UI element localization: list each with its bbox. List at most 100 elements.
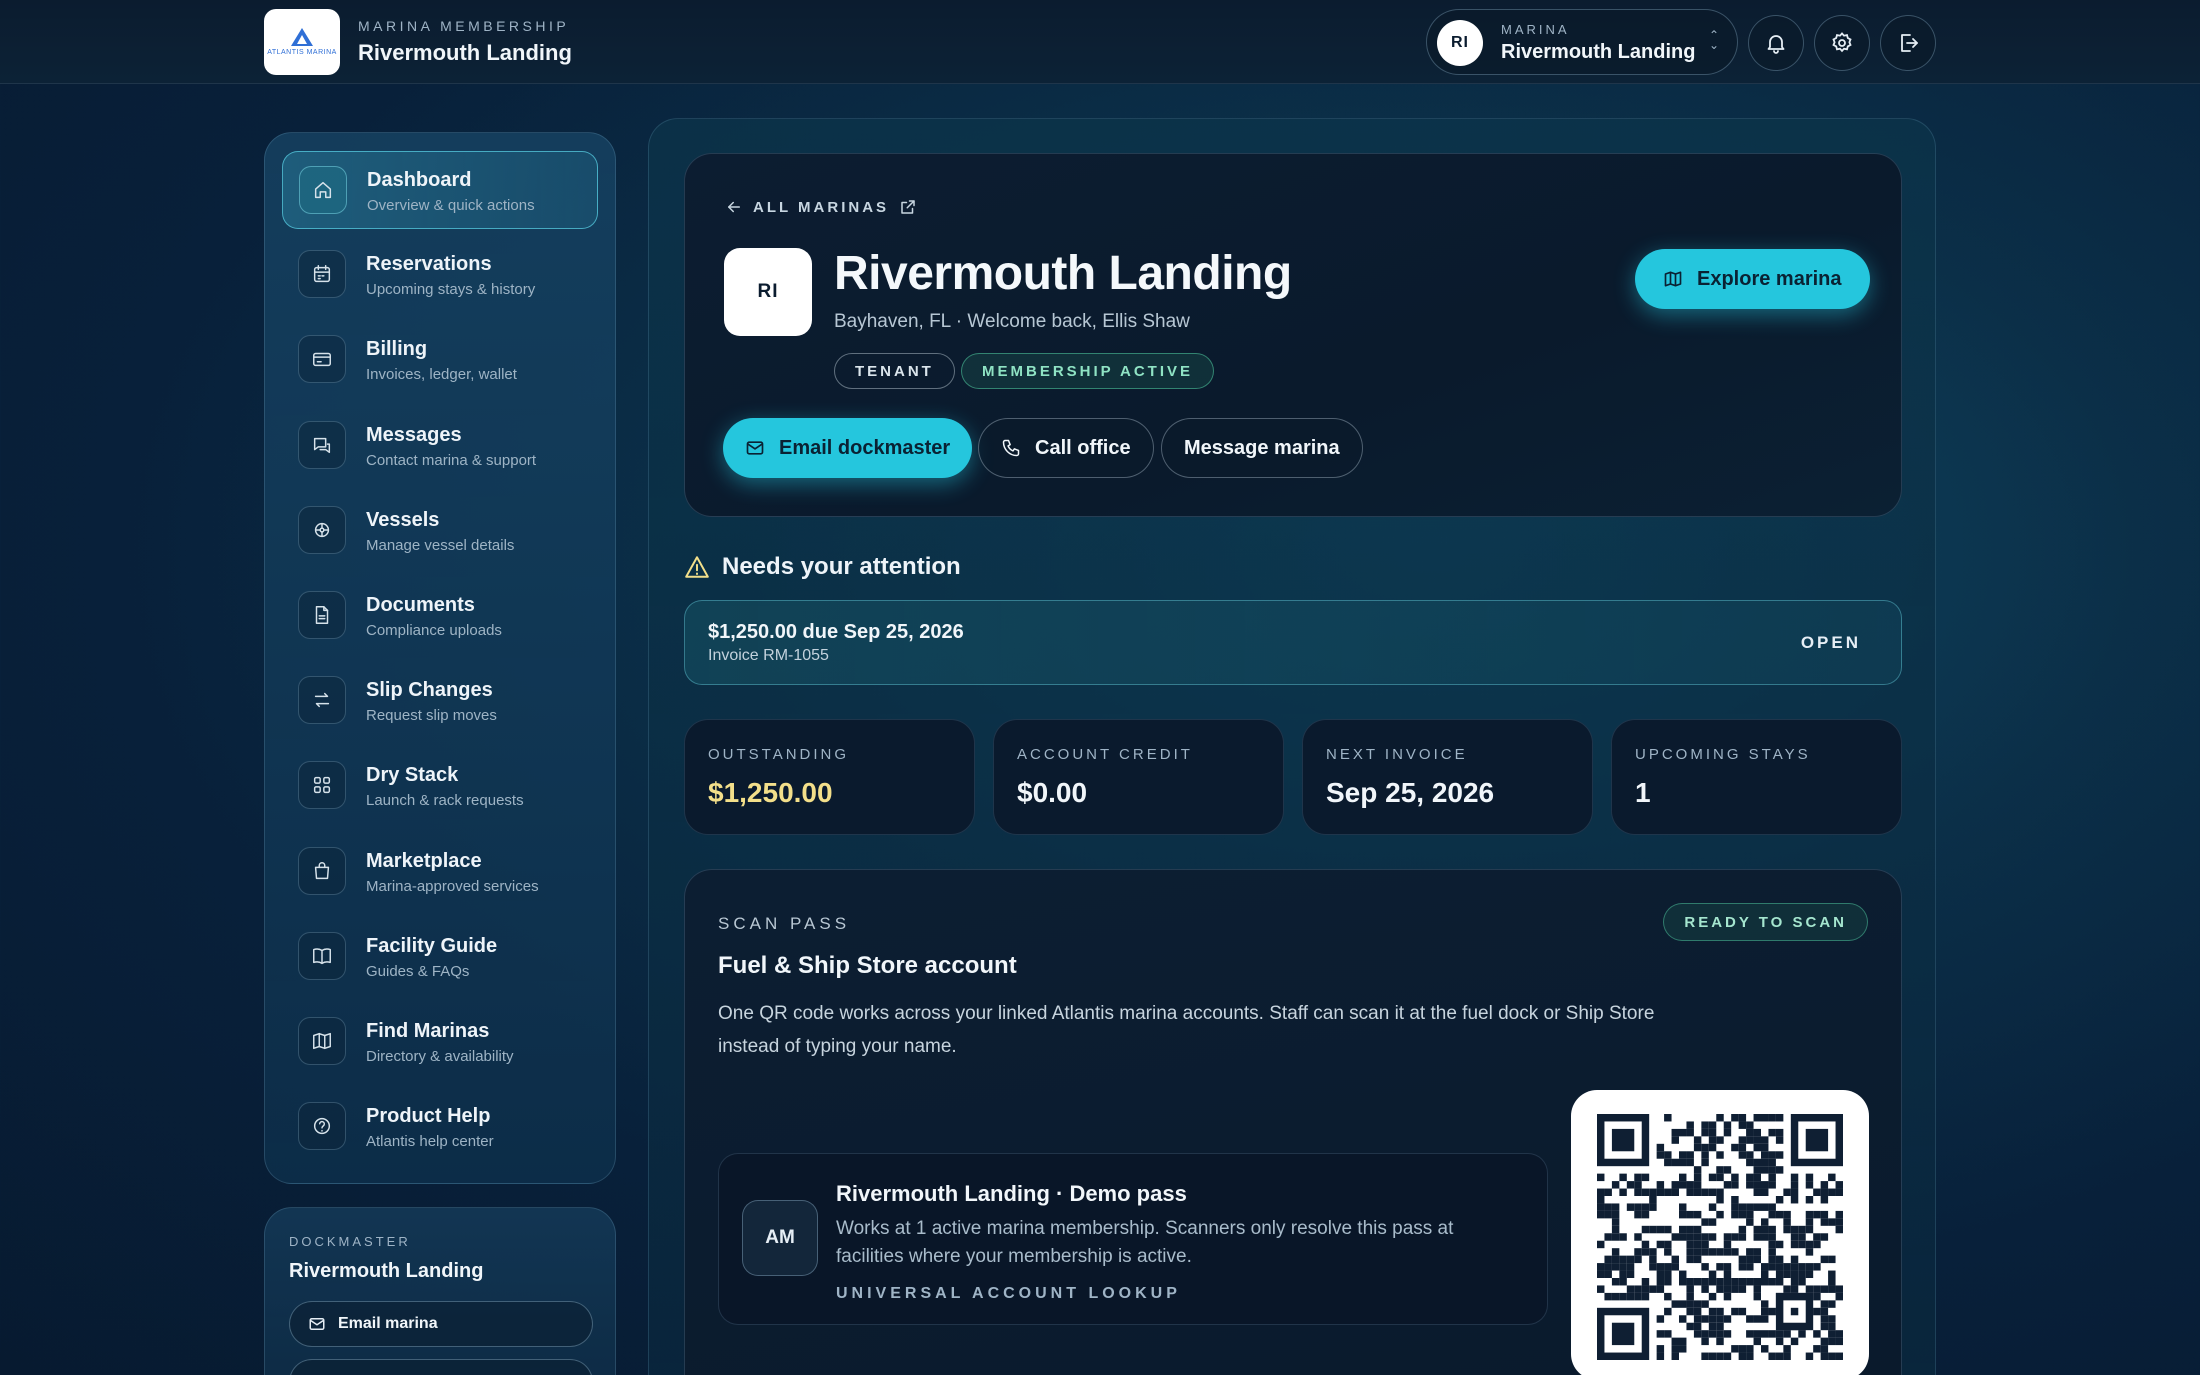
logout-icon: [1901, 34, 1918, 52]
map-icon: [1664, 271, 1682, 287]
bell-icon: [1767, 35, 1785, 54]
email-dockmaster-button[interactable]: Email dockmaster: [723, 418, 973, 478]
map-icon: [298, 1017, 346, 1065]
book-icon: [298, 931, 346, 980]
bag-icon: [298, 846, 346, 895]
stat-value: Sep 25, 2026: [1326, 777, 1495, 808]
pass-description: Works at 1 active marina membership. Sca…: [836, 1218, 1454, 1267]
sidebar-item-product-help[interactable]: Product Help Atlantis help center: [282, 1088, 598, 1166]
warning-icon: [685, 556, 709, 578]
sidebar-item-find-marinas[interactable]: Find Marinas Directory & availability: [282, 1003, 598, 1081]
scan-pass-kicker: SCAN PASS: [718, 914, 851, 933]
chevron-updown-icon: ⌃ ⌄: [1708, 28, 1719, 52]
dockmaster-name: Rivermouth Landing: [289, 1260, 484, 1282]
help-icon: [298, 1102, 346, 1151]
sidebar-item-label: Facility Guide: [366, 934, 498, 957]
breadcrumb-label: ALL MARINAS: [753, 198, 890, 216]
pass-avatar: AM: [742, 1200, 818, 1276]
sidebar-item-label: Billing: [366, 338, 428, 361]
marina-switcher-name: Rivermouth Landing: [1501, 41, 1696, 63]
stat-outstanding: OUTSTANDING $1,250.00: [684, 719, 975, 835]
sidebar-item-label: Slip Changes: [366, 679, 493, 702]
stat-upcoming-stays: UPCOMING STAYS 1: [1611, 719, 1902, 835]
email-marina-label: Email marina: [338, 1315, 438, 1332]
scan-pass-description: One QR code works across your linked Atl…: [718, 1003, 1655, 1057]
marina-hero-card: ALL MARINAS RI Rivermouth Landing Bayhav…: [684, 153, 1902, 517]
sidebar-item-sub: Manage vessel details: [366, 536, 515, 554]
membership-status-badge: MEMBERSHIP ACTIVE: [961, 353, 1215, 389]
dockmaster-kicker: DOCKMASTER: [289, 1234, 411, 1249]
pass-title: Rivermouth Landing · Demo pass: [836, 1181, 1187, 1206]
sidebar-item-sub: Marina-approved services: [366, 877, 539, 895]
sidebar-item-dashboard[interactable]: Dashboard Overview & quick actions: [282, 151, 598, 229]
atlantis-logo[interactable]: ATLANTIS MARINA: [264, 9, 340, 75]
scan-pass-title: Fuel & Ship Store account: [718, 952, 1017, 979]
sidebar-item-label: Dashboard: [367, 169, 472, 191]
sidebar-item-label: Messages: [366, 423, 462, 446]
dockmaster-card: DOCKMASTER Rivermouth Landing Email mari…: [264, 1207, 616, 1375]
sidebar-item-sub: Compliance uploads: [366, 622, 502, 639]
stat-account-credit: ACCOUNT CREDIT $0.00: [993, 719, 1284, 835]
sidebar-item-dry-stack[interactable]: Dry Stack Launch & rack requests: [282, 747, 598, 825]
logo-text: ATLANTIS MARINA: [267, 48, 337, 56]
sidebar-item-sub: Overview & quick actions: [367, 197, 535, 214]
sidebar-item-facility-guide[interactable]: Facility Guide Guides & FAQs: [282, 918, 598, 996]
swap-icon: [298, 676, 346, 725]
stat-next-invoice: NEXT INVOICE Sep 25, 2026: [1302, 719, 1593, 835]
attention-heading: Needs your attention: [684, 553, 961, 581]
sidebar-item-label: Dry Stack: [366, 764, 459, 787]
stat-label: ACCOUNT CREDIT: [1017, 746, 1193, 763]
explore-marina-button[interactable]: Explore marina: [1635, 249, 1870, 309]
document-icon: [298, 591, 346, 639]
message-marina-button[interactable]: Message marina: [1161, 418, 1363, 478]
external-link-icon: [901, 200, 915, 214]
calendar-icon: [298, 250, 346, 299]
sidebar-item-vessels[interactable]: Vessels Manage vessel details: [282, 492, 598, 570]
sidebar-item-reservations[interactable]: Reservations Upcoming stays & history: [282, 236, 598, 314]
mail-icon: [746, 441, 764, 455]
sidebar-item-sub: Guides & FAQs: [366, 962, 470, 980]
call-marina-button[interactable]: [289, 1359, 593, 1375]
breadcrumb[interactable]: ALL MARINAS: [725, 198, 917, 216]
notifications-button[interactable]: [1748, 15, 1804, 71]
mail-icon: [309, 1318, 325, 1330]
sidebar-item-sub: Upcoming stays & history: [366, 281, 536, 299]
call-office-label: Call office: [1035, 436, 1131, 459]
sidebar-item-label: Product Help: [366, 1105, 491, 1128]
arrow-left-icon: [728, 201, 740, 213]
stat-value: 1: [1635, 777, 1651, 808]
sidebar-item-sub: Request slip moves: [366, 707, 497, 725]
settings-button[interactable]: [1814, 15, 1870, 71]
ready-to-scan-badge: READY TO SCAN: [1663, 903, 1868, 941]
home-icon: [299, 166, 347, 214]
call-office-button[interactable]: Call office: [978, 418, 1154, 478]
page-title: Rivermouth Landing: [834, 247, 1292, 300]
stat-value: $0.00: [1017, 777, 1088, 808]
stat-label: OUTSTANDING: [708, 746, 850, 763]
sidebar-item-slip-changes[interactable]: Slip Changes Request slip moves: [282, 662, 598, 740]
explore-marina-label: Explore marina: [1697, 267, 1842, 290]
gear-icon: [1832, 32, 1852, 53]
chat-icon: [298, 420, 346, 469]
sidebar-item-label: Find Marinas: [366, 1020, 490, 1042]
attention-amount: $1,250.00 due Sep 25, 2026: [708, 621, 964, 643]
attention-invoice: Invoice RM-1055: [708, 647, 829, 664]
email-marina-button[interactable]: Email marina: [289, 1301, 593, 1347]
sidebar-item-billing[interactable]: Billing Invoices, ledger, wallet: [282, 321, 598, 399]
marina-avatar-large: RI: [724, 248, 812, 336]
qr-code-icon: [1597, 1114, 1843, 1360]
marina-switcher[interactable]: RI MARINA Rivermouth Landing ⌃ ⌄: [1426, 9, 1738, 75]
sidebar-item-marketplace[interactable]: Marketplace Marina-approved services: [282, 833, 598, 911]
scan-pass-card: SCAN PASS READY TO SCAN Fuel & Ship Stor…: [684, 869, 1902, 1375]
demo-pass: AM Rivermouth Landing · Demo pass Works …: [718, 1153, 1548, 1325]
marina-avatar: RI: [1437, 20, 1483, 66]
logo-mark-icon: [291, 27, 313, 46]
sidebar-item-messages[interactable]: Messages Contact marina & support: [282, 407, 598, 485]
attention-item[interactable]: $1,250.00 due Sep 25, 2026 Invoice RM-10…: [684, 600, 1902, 685]
logout-button[interactable]: [1880, 15, 1936, 71]
message-marina-label: Message marina: [1184, 436, 1340, 459]
brand-kicker: MARINA MEMBERSHIP: [358, 18, 570, 34]
sidebar-item-sub: Invoices, ledger, wallet: [366, 366, 517, 384]
sidebar-item-documents[interactable]: Documents Compliance uploads: [282, 577, 598, 655]
sidebar-item-label: Vessels: [366, 508, 440, 531]
